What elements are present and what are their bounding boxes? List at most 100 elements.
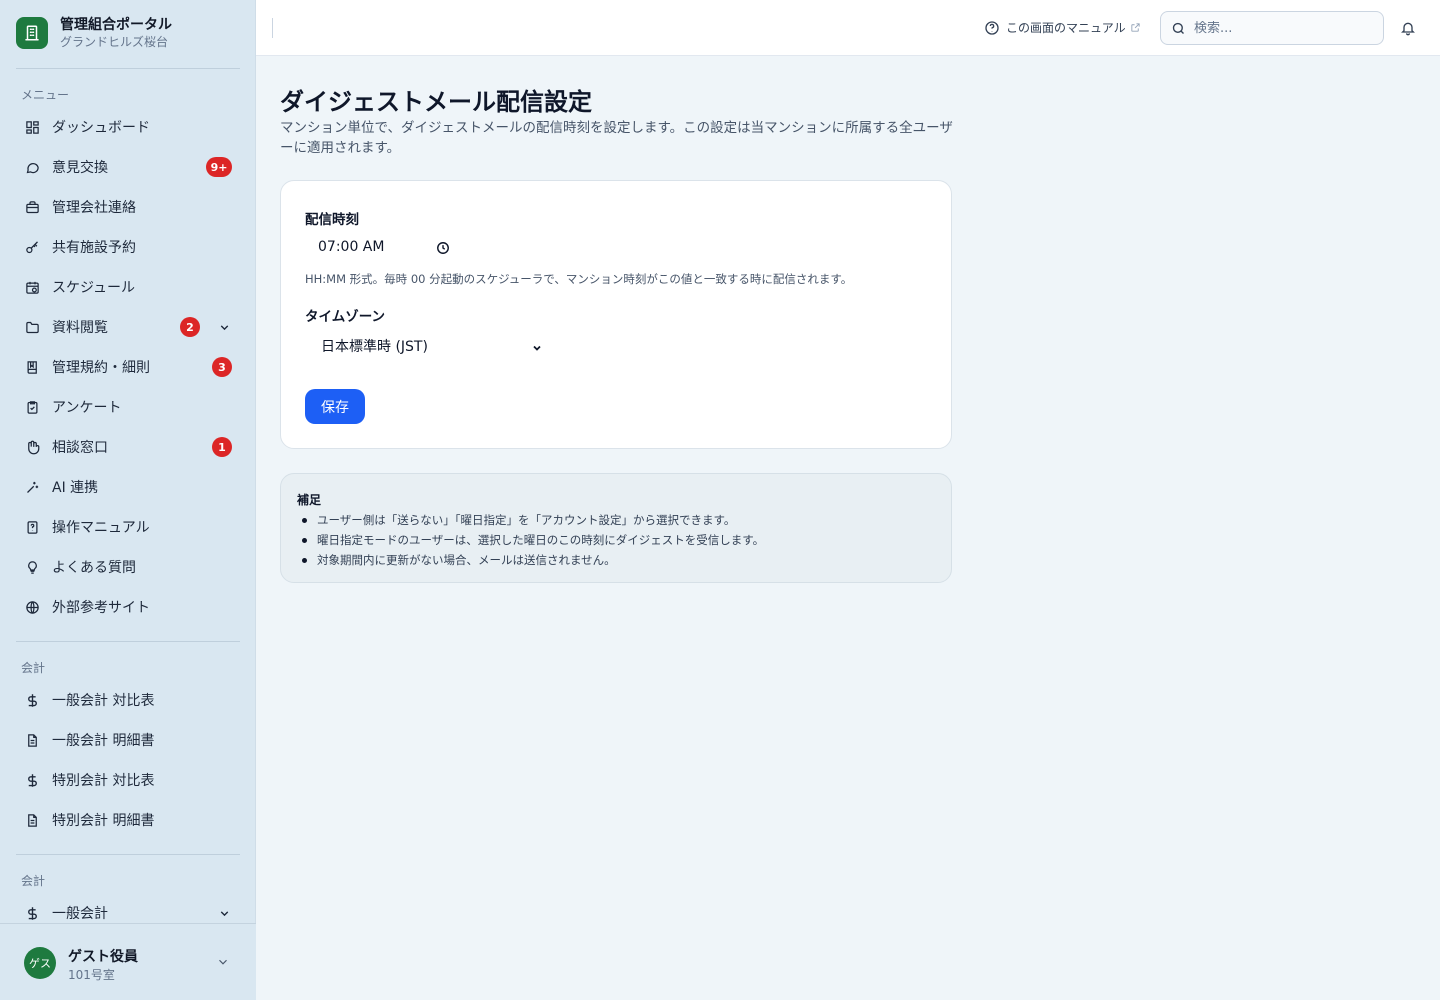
page-title: ダイジェストメール配信設定 [280,88,592,116]
accounting-section-label: 会計 [21,661,46,675]
timezone-label: タイムゾーン [305,309,386,325]
user-room: 101号室 [68,968,115,982]
chat-icon [24,159,40,175]
list-item: ユーザー側は「送らない」「曜日指定」を「アカウント設定」から選択できます。 [297,510,764,530]
sidebar-item-manual[interactable]: 操作マニュアル [16,509,240,545]
sidebar-item-label: 意見交換 [52,160,108,176]
sidebar-item-label: 相談窓口 [52,440,108,456]
time-hint: HH:MM 形式。毎時 00 分起動のスケジューラで、マンション時刻がこの値と一… [305,272,853,286]
folder-icon [24,319,40,335]
document-icon [24,812,40,828]
sidebar-item-discussion[interactable]: 意見交換 9+ [16,149,240,185]
sidebar-item-schedule[interactable]: スケジュール [16,269,240,305]
sidebar: 管理組合ポータル グランドヒルズ桜台 メニュー ダッシュボード 意見交換 9+ … [0,0,256,1000]
briefcase-icon [24,199,40,215]
chevron-down-icon[interactable] [531,339,543,358]
brand-title: 管理組合ポータル [60,17,172,33]
sidebar-item-label: よくある質問 [52,560,136,576]
header-separator [272,18,273,38]
building-icon [16,17,48,49]
calendar-clock-icon [24,279,40,295]
hand-icon [24,439,40,455]
count-badge: 2 [180,317,200,337]
manual-icon [24,519,40,535]
chevron-down-icon[interactable] [216,905,232,921]
sidebar-item-survey[interactable]: アンケート [16,389,240,425]
notes-title: 補足 [297,493,322,507]
sidebar-item-documents[interactable]: 資料閲覧 2 [16,309,240,345]
delivery-time-input[interactable]: 07:00 AM [305,233,455,261]
notes-list: ユーザー側は「送らない」「曜日指定」を「アカウント設定」から選択できます。 曜日… [297,510,764,570]
count-badge: 3 [212,357,232,377]
sidebar-item-label: 資料閲覧 [52,320,108,336]
timezone-select[interactable]: 日本標準時 (JST) [305,331,549,361]
sidebar-item-faq[interactable]: よくある質問 [16,549,240,585]
screen-manual-link[interactable]: この画面のマニュアル [984,19,1141,36]
screen-manual-label: この画面のマニュアル [1006,21,1126,35]
user-name: ゲスト役員 [68,949,138,965]
user-menu[interactable]: ゲス ゲスト役員 101号室 [0,923,256,1000]
sidebar-item-consultation[interactable]: 相談窓口 1 [16,429,240,465]
lightbulb-icon [24,559,40,575]
dashboard-icon [24,119,40,135]
clock-icon[interactable] [436,240,450,259]
timezone-value: 日本標準時 (JST) [321,339,428,355]
brand-subtitle: グランドヒルズ桜台 [60,35,169,49]
sidebar-item-management-company[interactable]: 管理会社連絡 [16,189,240,225]
key-icon [24,239,40,255]
sidebar-item-label: 一般会計 [52,906,108,922]
count-badge: 1 [212,437,232,457]
sidebar-item-label: 管理会社連絡 [52,200,136,216]
search-input[interactable] [1194,20,1374,36]
sidebar-item-label: 共有施設予約 [52,240,136,256]
sidebar-item-general-comparison[interactable]: 一般会計 対比表 [16,682,240,718]
clipboard-icon [24,399,40,415]
dollar-icon [24,905,40,921]
globe-icon [24,599,40,615]
sidebar-divider [16,68,240,69]
settings-card: 配信時刻 07:00 AM HH:MM 形式。毎時 00 分起動のスケジューラで… [280,180,952,449]
dollar-icon [24,772,40,788]
sidebar-item-label: 一般会計 明細書 [52,733,155,749]
notes-panel: 補足 ユーザー側は「送らない」「曜日指定」を「アカウント設定」から選択できます。… [280,473,952,583]
sidebar-item-label: ダッシュボード [52,120,150,136]
sidebar-divider [16,641,240,642]
list-item: 対象期間内に更新がない場合、メールは送信されません。 [297,550,764,570]
sidebar-item-label: 管理規約・細則 [52,360,150,376]
dollar-icon [24,692,40,708]
chevron-down-icon[interactable] [216,319,232,335]
sidebar-item-facility-booking[interactable]: 共有施設予約 [16,229,240,265]
sidebar-item-special-comparison[interactable]: 特別会計 対比表 [16,762,240,798]
sidebar-item-special-statement[interactable]: 特別会計 明細書 [16,802,240,838]
external-link-icon [1130,22,1141,33]
bell-icon[interactable] [1400,20,1416,40]
top-header: この画面のマニュアル [256,0,1440,56]
save-button[interactable]: 保存 [305,389,365,424]
sidebar-item-label: 特別会計 明細書 [52,813,155,829]
search-icon [1171,21,1186,36]
menu-section-label: メニュー [21,88,70,102]
sidebar-item-label: AI 連携 [52,480,99,496]
list-item: 曜日指定モードのユーザーは、選択した曜日のこの時刻にダイジェストを受信します。 [297,530,764,550]
page-description: マンション単位で、ダイジェストメールの配信時刻を設定します。この設定は当マンショ… [280,120,953,156]
sidebar-item-label: 外部参考サイト [52,600,150,616]
sparkle-icon [24,479,40,495]
unread-badge: 9+ [206,157,232,177]
chevron-down-icon[interactable] [216,954,230,973]
sidebar-item-label: スケジュール [52,280,136,296]
time-label: 配信時刻 [305,212,359,228]
accounting2-section-label: 会計 [21,874,46,888]
sidebar-divider [16,854,240,855]
book-icon [24,359,40,375]
sidebar-item-dashboard[interactable]: ダッシュボード [16,109,240,145]
sidebar-item-external-sites[interactable]: 外部参考サイト [16,589,240,625]
brand[interactable]: 管理組合ポータル グランドヒルズ桜台 [16,16,172,50]
avatar: ゲス [24,947,56,979]
sidebar-item-bylaws[interactable]: 管理規約・細則 3 [16,349,240,385]
sidebar-item-label: 操作マニュアル [52,520,150,536]
sidebar-item-ai[interactable]: AI 連携 [16,469,240,505]
sidebar-item-general-statement[interactable]: 一般会計 明細書 [16,722,240,758]
sidebar-item-label: 特別会計 対比表 [52,773,155,789]
time-value: 07:00 AM [318,239,385,255]
search-box[interactable] [1160,11,1384,45]
